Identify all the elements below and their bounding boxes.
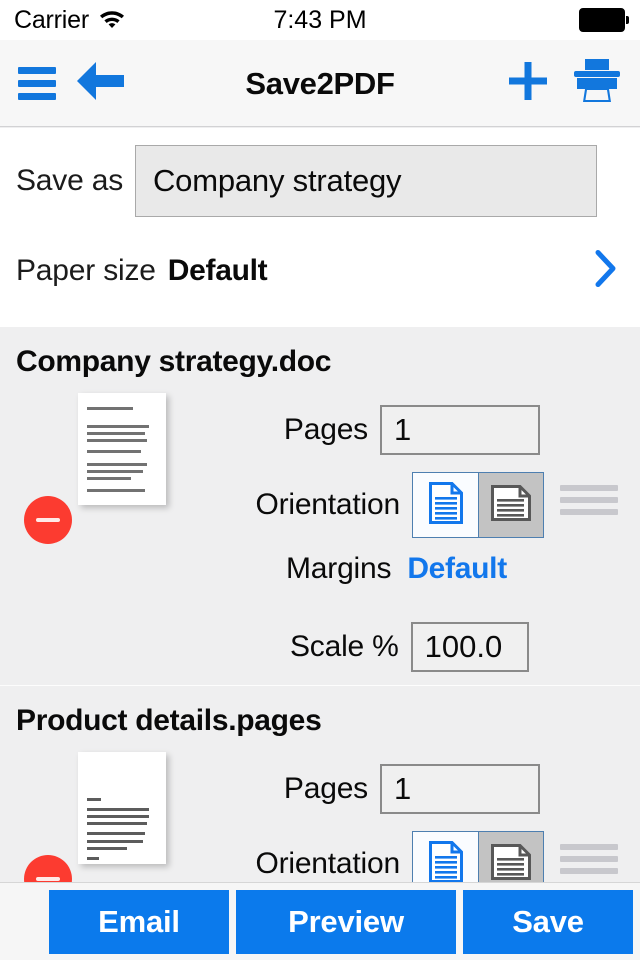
add-button[interactable] <box>500 40 556 127</box>
orientation-landscape-option[interactable] <box>478 473 543 537</box>
battery-icon <box>579 8 629 32</box>
save-as-label: Save as <box>16 164 123 198</box>
reorder-handle-icon[interactable] <box>560 485 618 515</box>
margins-row[interactable]: Margins Default <box>286 552 507 586</box>
orientation-portrait-option[interactable] <box>413 832 478 884</box>
save-button[interactable]: Save <box>463 890 633 954</box>
orientation-row: Orientation <box>240 831 544 884</box>
orientation-segmented-control[interactable] <box>412 472 544 538</box>
email-button[interactable]: Email <box>49 890 229 954</box>
orientation-segmented-control[interactable] <box>412 831 544 884</box>
document-page-thumbnail[interactable] <box>78 752 166 864</box>
clock-label: 7:43 PM <box>0 0 640 40</box>
document-portrait-icon <box>428 840 464 885</box>
scale-input[interactable]: 100.0 <box>411 622 529 672</box>
document-landscape-icon <box>490 843 532 885</box>
margins-label: Margins <box>286 552 391 586</box>
reorder-handle-icon[interactable] <box>560 844 618 874</box>
save-as-input[interactable]: Company strategy <box>135 145 597 217</box>
paper-size-value: Default <box>168 254 268 288</box>
document-filename: Product details.pages <box>16 704 321 738</box>
list-item: Product details.pages Pages 1 Orientatio… <box>0 685 640 884</box>
scale-label: Scale % <box>290 630 399 664</box>
orientation-label: Orientation <box>240 847 400 881</box>
save-as-row: Save as Company strategy <box>0 144 640 218</box>
print-button[interactable] <box>568 40 626 127</box>
navigation-bar: Save2PDF <box>0 40 640 127</box>
pages-input[interactable]: 1 <box>380 764 540 814</box>
preview-button[interactable]: Preview <box>236 890 456 954</box>
document-page-thumbnail[interactable] <box>78 393 166 505</box>
document-settings-form: Save as Company strategy Paper size Defa… <box>0 128 640 327</box>
remove-document-button[interactable] <box>24 855 72 884</box>
status-bar-right <box>579 0 629 40</box>
document-filename: Company strategy.doc <box>16 345 331 379</box>
paper-size-label: Paper size <box>16 254 156 288</box>
list-item: Company strategy.doc Pages 1 Orie <box>0 327 640 685</box>
paper-size-row[interactable]: Paper size Default <box>0 236 640 306</box>
margins-value[interactable]: Default <box>407 552 507 586</box>
orientation-portrait-option[interactable] <box>413 473 478 537</box>
plus-icon <box>507 60 549 107</box>
orientation-row: Orientation <box>240 472 544 538</box>
orientation-label: Orientation <box>240 488 400 522</box>
scale-row: Scale % 100.0 <box>290 622 529 672</box>
minus-circle-icon <box>36 518 60 522</box>
app-screen: Carrier 7:43 PM <box>0 0 640 960</box>
pages-row: Pages 1 <box>246 764 540 814</box>
minus-circle-icon <box>36 877 60 881</box>
status-bar: Carrier 7:43 PM <box>0 0 640 40</box>
orientation-landscape-option[interactable] <box>478 832 543 884</box>
pages-label: Pages <box>246 413 368 447</box>
printer-icon <box>572 58 622 109</box>
pages-row: Pages 1 <box>246 405 540 455</box>
chevron-right-icon <box>594 249 618 294</box>
pages-input[interactable]: 1 <box>380 405 540 455</box>
bottom-toolbar: Email Preview Save <box>0 882 640 960</box>
remove-document-button[interactable] <box>24 496 72 544</box>
pages-label: Pages <box>246 772 368 806</box>
document-list[interactable]: Company strategy.doc Pages 1 Orie <box>0 327 640 884</box>
document-landscape-icon <box>490 484 532 527</box>
document-portrait-icon <box>428 481 464 530</box>
